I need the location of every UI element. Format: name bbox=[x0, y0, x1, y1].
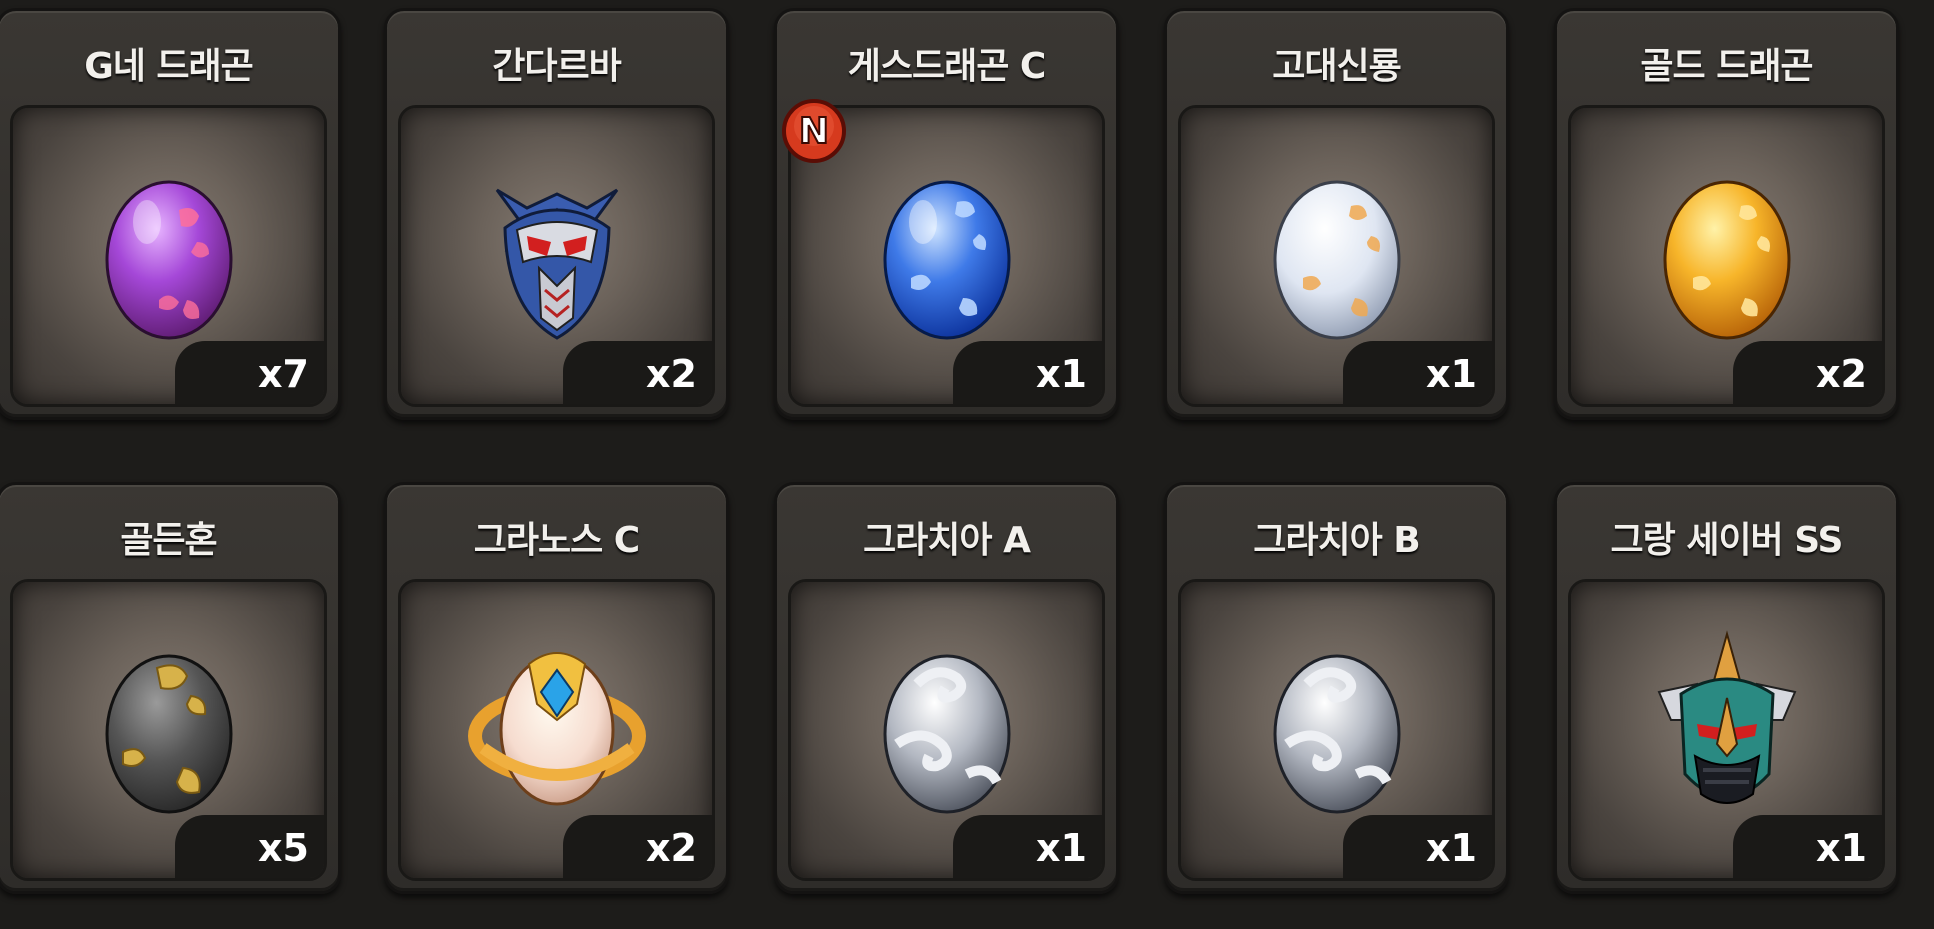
item-card-granos-c[interactable]: 그라노스 C x2 bbox=[384, 482, 729, 894]
item-grid: G네 드래곤 x7 간다르바 x2 게스드래곤 C x1 N 고대신룡 x1 골… bbox=[0, 0, 1934, 929]
dragon-helmet-blue-icon bbox=[495, 188, 618, 340]
item-card-grand-saber-ss[interactable]: 그랑 세이버 SS x1 bbox=[1554, 482, 1899, 894]
item-name: 그라치아 B bbox=[1253, 520, 1420, 561]
silver-swirl-egg-icon bbox=[1273, 654, 1400, 814]
quantity-badge: x1 bbox=[953, 341, 1102, 404]
item-name: 고대신룡 bbox=[1272, 46, 1401, 87]
blue-egg-icon bbox=[883, 180, 1010, 340]
item-slot: x1 bbox=[1178, 579, 1495, 881]
quantity-badge: x2 bbox=[1733, 341, 1882, 404]
item-name: 그라치아 A bbox=[863, 520, 1031, 561]
quantity-badge: x1 bbox=[1733, 815, 1882, 878]
item-slot: x1 bbox=[1568, 579, 1885, 881]
item-slot: x2 bbox=[1568, 105, 1885, 407]
item-slot: x1 bbox=[788, 579, 1105, 881]
item-slot: x5 bbox=[10, 579, 327, 881]
item-slot: x2 bbox=[398, 579, 715, 881]
item-card-golden-horn[interactable]: 골든혼 x5 bbox=[0, 482, 341, 894]
gray-gold-egg-icon bbox=[105, 654, 232, 814]
item-name: 그라노스 C bbox=[473, 520, 640, 561]
crystal-ring-egg-icon bbox=[467, 652, 646, 806]
silver-swirl-egg-icon bbox=[883, 654, 1010, 814]
item-card-ancient-dragon[interactable]: 고대신룡 x1 bbox=[1164, 8, 1509, 420]
dragon-helmet-green-icon bbox=[1657, 630, 1796, 805]
item-card-gold-dragon[interactable]: 골드 드래곤 x2 bbox=[1554, 8, 1899, 420]
item-name: 골드 드래곤 bbox=[1640, 46, 1813, 87]
item-card-g-dragon[interactable]: G네 드래곤 x7 bbox=[0, 8, 341, 420]
quantity-badge: x7 bbox=[175, 341, 324, 404]
new-badge-label: N bbox=[799, 111, 829, 152]
item-name: 골든혼 bbox=[120, 520, 217, 561]
quantity-badge: x5 bbox=[175, 815, 324, 878]
item-slot: x2 bbox=[398, 105, 715, 407]
item-name: 게스드래곤 C bbox=[847, 46, 1047, 87]
gold-egg-icon bbox=[1663, 180, 1790, 340]
item-slot: x1 bbox=[1178, 105, 1495, 407]
item-slot: x7 bbox=[10, 105, 327, 407]
item-card-gess-dragon-c[interactable]: 게스드래곤 C x1 N bbox=[774, 8, 1119, 420]
item-name: G네 드래곤 bbox=[84, 46, 254, 87]
item-card-gandharva[interactable]: 간다르바 x2 bbox=[384, 8, 729, 420]
item-name: 간다르바 bbox=[492, 46, 621, 87]
white-egg-icon bbox=[1273, 180, 1400, 340]
purple-egg-icon bbox=[105, 180, 232, 340]
quantity-badge: x1 bbox=[1343, 341, 1492, 404]
item-card-gracia-a[interactable]: 그라치아 A x1 bbox=[774, 482, 1119, 894]
item-card-gracia-b[interactable]: 그라치아 B x1 bbox=[1164, 482, 1509, 894]
quantity-badge: x1 bbox=[953, 815, 1102, 878]
new-badge-icon: N bbox=[782, 99, 846, 163]
quantity-badge: x2 bbox=[563, 341, 712, 404]
quantity-badge: x1 bbox=[1343, 815, 1492, 878]
item-name: 그랑 세이버 SS bbox=[1610, 520, 1844, 561]
quantity-badge: x2 bbox=[563, 815, 712, 878]
